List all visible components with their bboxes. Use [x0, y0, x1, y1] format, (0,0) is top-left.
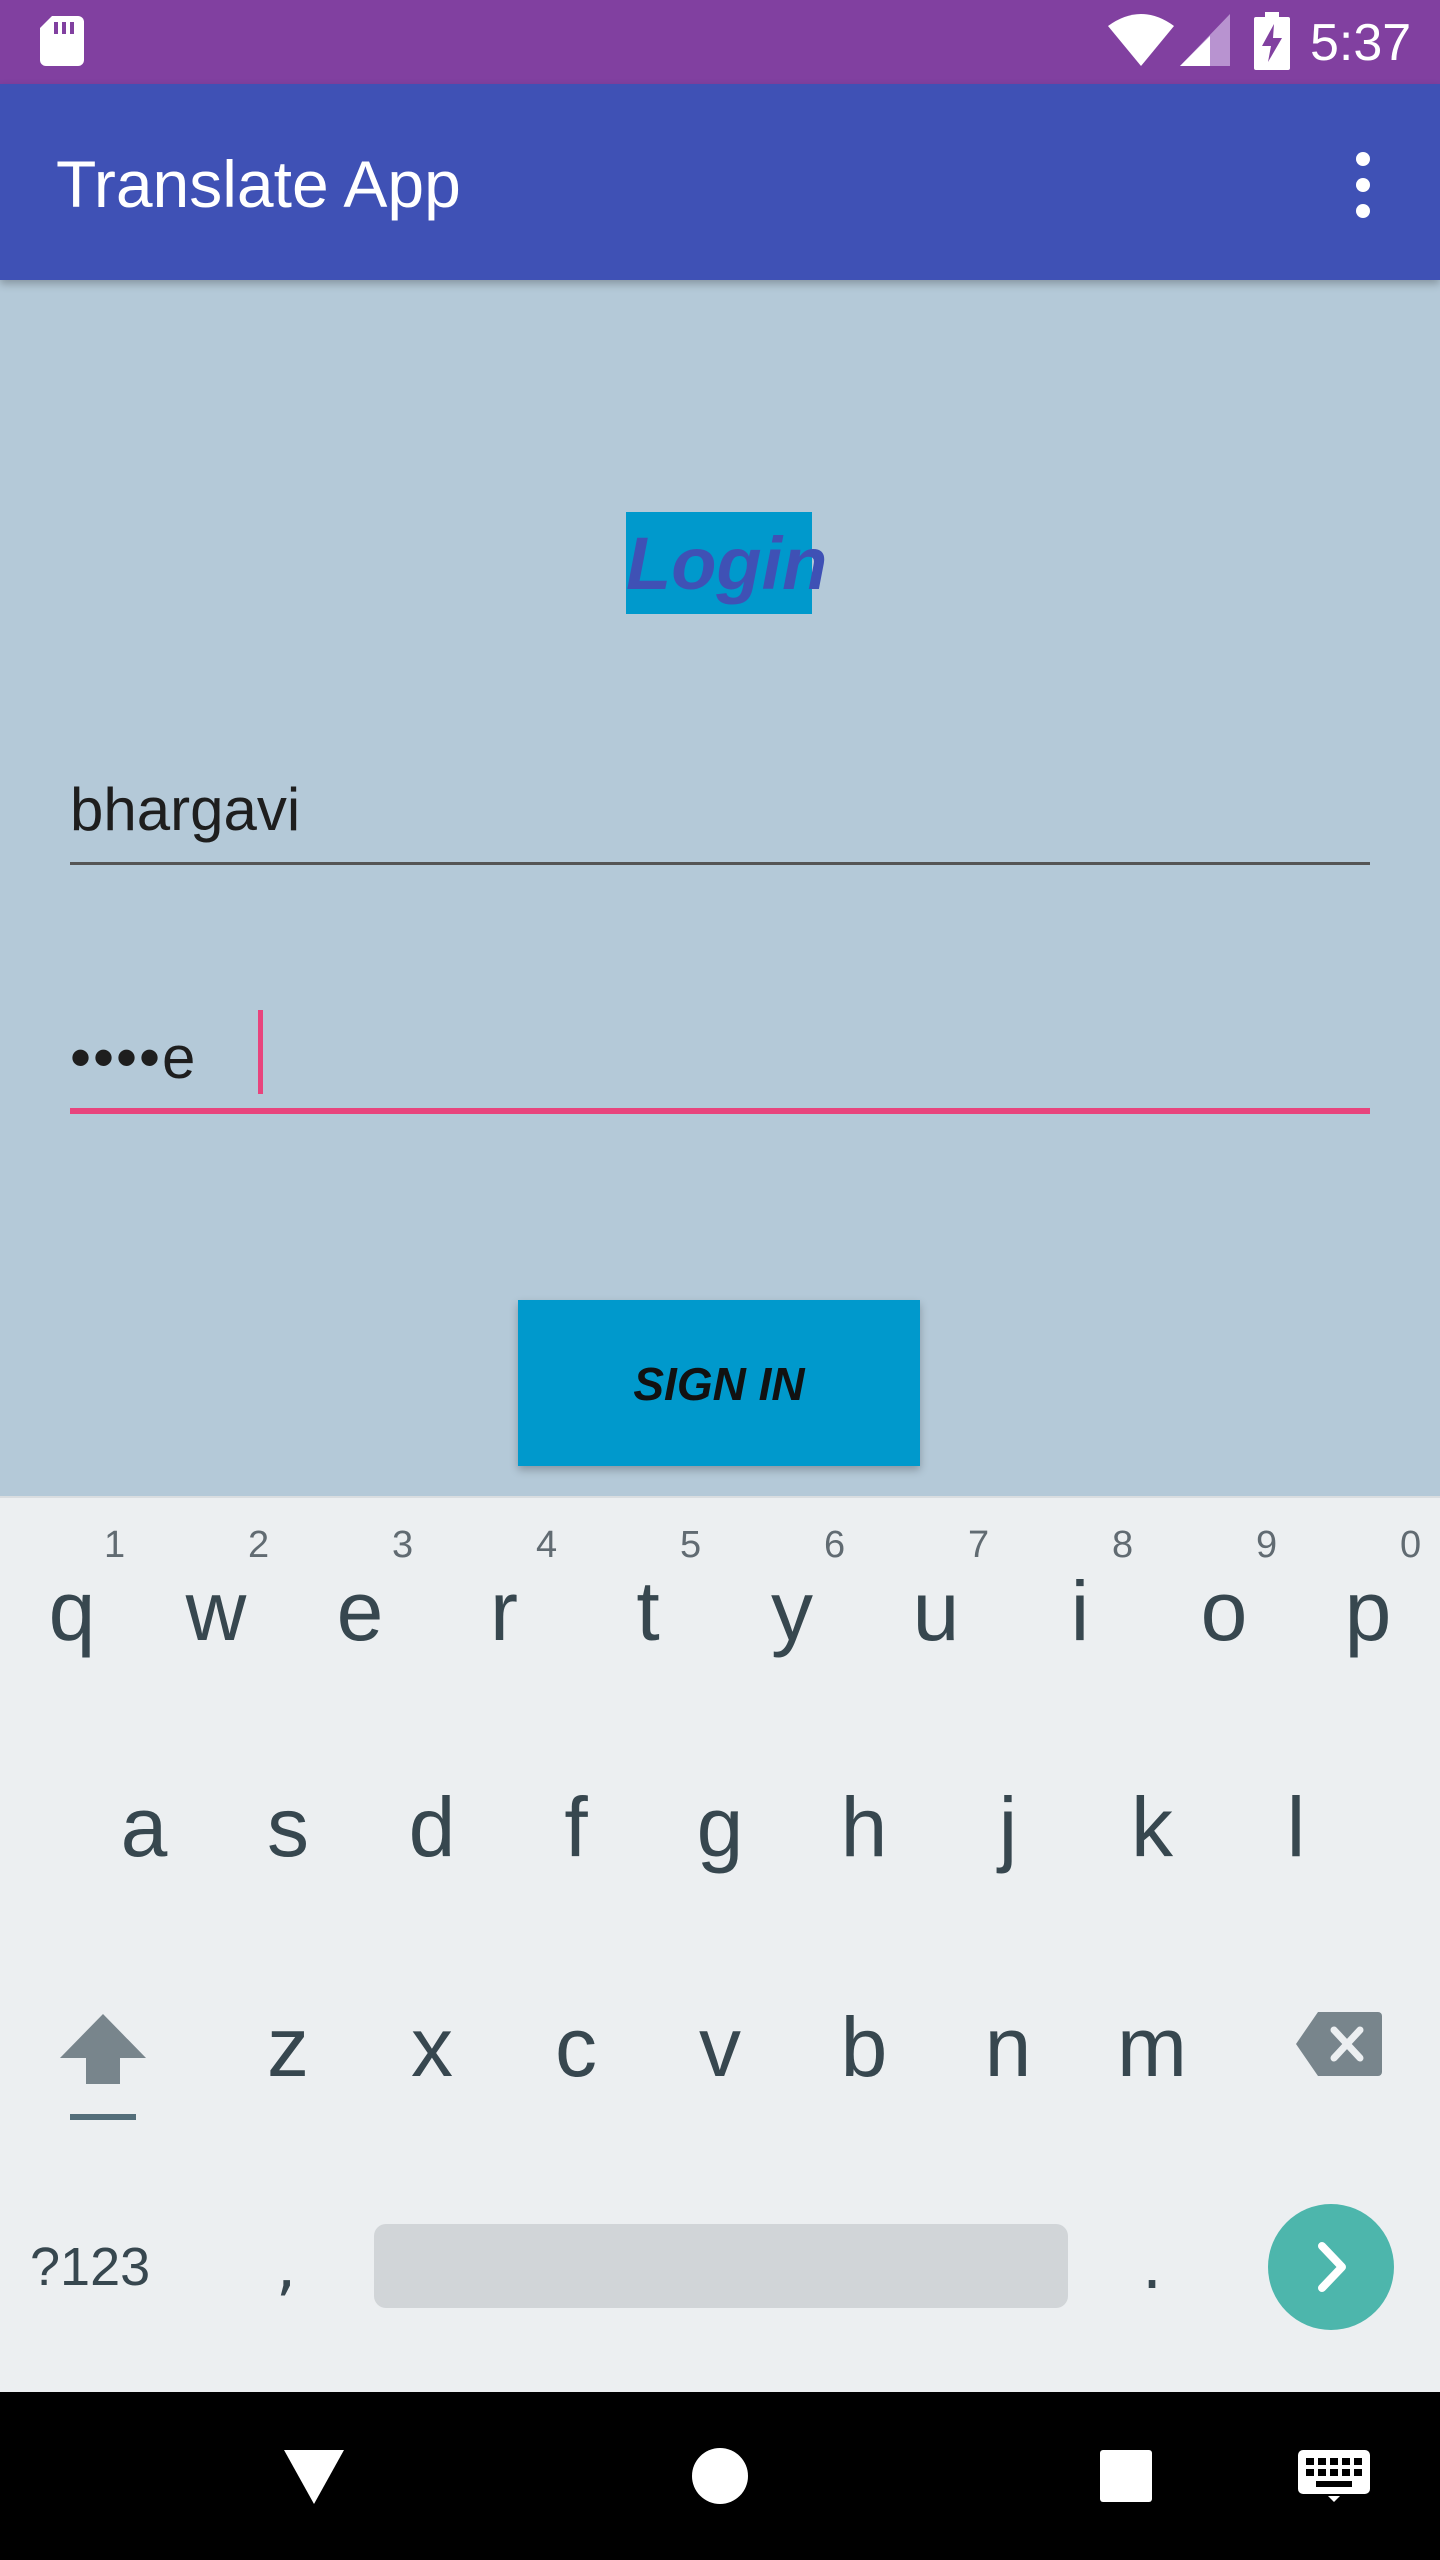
key-hint-8: 8: [1112, 1524, 1134, 1566]
signal-icon: [1180, 14, 1230, 66]
home-icon[interactable]: [690, 2446, 750, 2506]
key-k[interactable]: k: [1080, 1722, 1224, 1932]
text-cursor: [258, 1010, 263, 1094]
key-hint-9: 9: [1256, 1524, 1278, 1566]
wifi-icon: [1108, 14, 1174, 66]
key-s[interactable]: s: [216, 1722, 360, 1932]
recents-icon[interactable]: [1098, 2448, 1154, 2504]
enter-arrow-icon: [1318, 2242, 1346, 2292]
key-d[interactable]: d: [360, 1722, 504, 1932]
key-h[interactable]: h: [792, 1722, 936, 1932]
key-x[interactable]: x: [360, 1942, 504, 2152]
app-title: Translate App: [56, 147, 461, 221]
backspace-icon[interactable]: [1294, 2010, 1384, 2078]
symbols-key[interactable]: ?123: [30, 2222, 200, 2312]
spacebar[interactable]: [374, 2224, 1068, 2308]
keyboard-switch-icon[interactable]: [1298, 2450, 1370, 2502]
back-icon[interactable]: [282, 2446, 346, 2506]
key-c[interactable]: c: [504, 1942, 648, 2152]
more-vert-icon[interactable]: [1338, 146, 1388, 224]
comma-key[interactable]: ,: [246, 2212, 326, 2322]
key-hint-3: 3: [392, 1524, 414, 1566]
enter-key[interactable]: [1268, 2204, 1394, 2330]
key-m[interactable]: m: [1080, 1942, 1224, 2152]
period-key[interactable]: .: [1112, 2212, 1192, 2322]
key-hint-5: 5: [680, 1524, 702, 1566]
key-hint-0: 0: [1400, 1524, 1422, 1566]
username-underline: [70, 862, 1370, 865]
password-underline: [70, 1108, 1370, 1114]
sign-in-button[interactable]: SIGN IN: [518, 1300, 920, 1466]
key-hint-2: 2: [248, 1524, 270, 1566]
key-b[interactable]: b: [792, 1942, 936, 2152]
username-field[interactable]: bhargavi: [70, 768, 300, 852]
key-g[interactable]: g: [648, 1722, 792, 1932]
key-j[interactable]: j: [936, 1722, 1080, 1932]
key-v[interactable]: v: [648, 1942, 792, 2152]
key-hint-6: 6: [824, 1524, 846, 1566]
status-time: 5:37: [1310, 14, 1412, 72]
key-hint-7: 7: [968, 1524, 990, 1566]
login-heading: Login: [626, 512, 827, 614]
key-hint-4: 4: [536, 1524, 558, 1566]
shift-icon[interactable]: [48, 2002, 158, 2132]
key-hint-1: 1: [104, 1524, 126, 1566]
password-field[interactable]: ••••e: [70, 1012, 197, 1104]
key-f[interactable]: f: [504, 1722, 648, 1932]
key-a[interactable]: a: [72, 1722, 216, 1932]
key-l[interactable]: l: [1224, 1722, 1368, 1932]
key-n[interactable]: n: [936, 1942, 1080, 2152]
sd-card-icon: [40, 16, 84, 66]
key-z[interactable]: z: [216, 1942, 360, 2152]
battery-charging-icon: [1254, 12, 1290, 70]
